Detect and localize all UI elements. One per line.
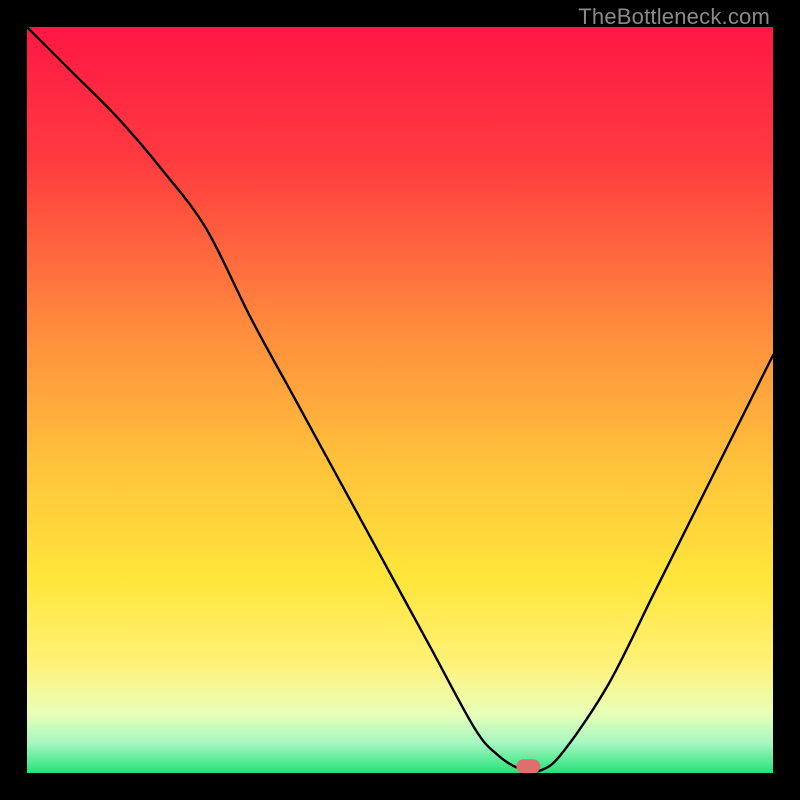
gradient-background — [27, 27, 773, 773]
optimal-point-marker — [516, 759, 540, 773]
bottleneck-curve-chart — [27, 27, 773, 773]
plot-area — [27, 27, 773, 773]
chart-frame: TheBottleneck.com — [0, 0, 800, 800]
